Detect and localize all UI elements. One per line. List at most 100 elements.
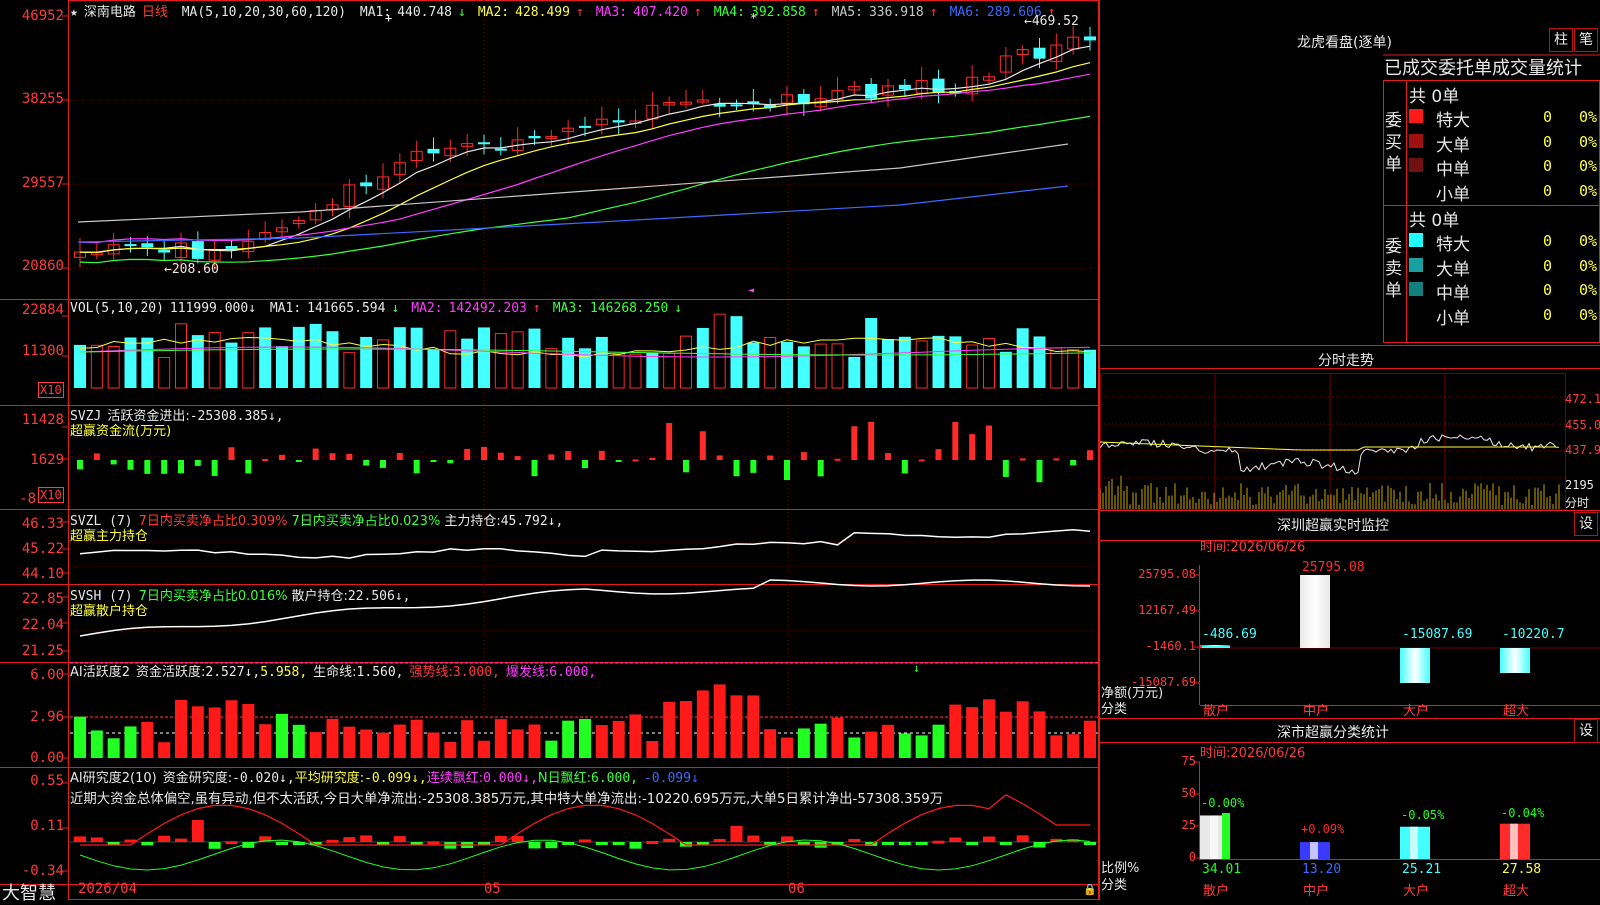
buy-label: 大单 bbox=[1436, 135, 1470, 156]
buy-color-swatch bbox=[1409, 133, 1423, 148]
candle-body-down bbox=[124, 244, 137, 247]
sz-monitor-settings-button[interactable]: 设 bbox=[1574, 512, 1598, 536]
buy-orders-label: 委买单 bbox=[1385, 111, 1402, 175]
svzj-bar bbox=[565, 451, 572, 460]
svzj-bar bbox=[901, 460, 908, 474]
research-bar bbox=[326, 839, 339, 843]
svzj-bar bbox=[144, 460, 151, 474]
sz-cls-bar-highlight bbox=[1210, 815, 1218, 859]
sz-monitor-value: -486.69 bbox=[1202, 627, 1257, 642]
svsh-ytick: 22.85 bbox=[21, 591, 64, 607]
activity-bar bbox=[797, 728, 810, 758]
svzj-bar bbox=[649, 457, 656, 460]
activity-bar bbox=[377, 732, 389, 758]
main-ytick: 29557 bbox=[21, 175, 64, 191]
activity-bar bbox=[882, 724, 894, 758]
stock-name[interactable]: 深南电路 bbox=[84, 5, 136, 20]
period-label[interactable]: 日线 bbox=[142, 5, 168, 20]
svzj-bar bbox=[1087, 450, 1093, 460]
vol-bar-down bbox=[747, 342, 760, 388]
svzj-bar bbox=[245, 460, 252, 474]
candle-body-down bbox=[932, 78, 945, 94]
sz-monitor-time: 时间:2026/06/26 bbox=[1200, 540, 1306, 555]
research-bar bbox=[494, 835, 507, 842]
svzj-bar bbox=[481, 446, 487, 460]
buy-total: 共 0单 bbox=[1409, 87, 1460, 107]
activity-bar bbox=[191, 706, 204, 758]
svzj-bar bbox=[413, 460, 420, 474]
axis-month-06: 06 bbox=[788, 881, 805, 897]
vol-ma-value: 141665.594 bbox=[307, 301, 386, 316]
chart-canvas[interactable]: + *◄↓ bbox=[0, 0, 1100, 900]
vol-ma-value: 142492.203 bbox=[448, 301, 527, 316]
svzj-bar bbox=[1070, 460, 1077, 466]
lock-icon[interactable]: 🔒 bbox=[1083, 883, 1097, 896]
activity-bar bbox=[1033, 711, 1046, 758]
activity-bar bbox=[1084, 720, 1096, 758]
vol-bar-up bbox=[966, 344, 979, 389]
sz-monitor-category: 超大 bbox=[1503, 704, 1530, 719]
sz-mon-bar bbox=[1400, 648, 1430, 683]
vol-bar-down bbox=[848, 356, 861, 388]
svzj-bar bbox=[161, 460, 168, 474]
buy-percent: 0% bbox=[1579, 181, 1598, 200]
ma-line-120 bbox=[77, 185, 1069, 243]
activity-bar bbox=[276, 713, 288, 758]
activity-bar bbox=[326, 718, 339, 758]
buy-label: 小单 bbox=[1436, 184, 1470, 205]
activity-bar bbox=[831, 717, 844, 758]
vol-bar-down bbox=[999, 351, 1012, 388]
buy-percent: 0% bbox=[1579, 157, 1598, 175]
sell-row: 大单 0 0% bbox=[1409, 255, 1599, 280]
sz-class-settings-button[interactable]: 设 bbox=[1574, 719, 1598, 743]
activity-bar bbox=[595, 725, 608, 758]
research-bar bbox=[74, 836, 86, 842]
activity-bar bbox=[781, 737, 793, 758]
sz-class-ytick: 50 bbox=[1181, 786, 1196, 800]
sell-color-swatch bbox=[1409, 233, 1423, 247]
sz-class-title: 深市超赢分类统计 bbox=[1277, 725, 1389, 741]
bar-mode-button[interactable]: 柱 bbox=[1549, 28, 1573, 52]
svzj-bar bbox=[228, 447, 235, 460]
sz-class-category: 大户 bbox=[1403, 884, 1430, 899]
research-bar bbox=[1016, 835, 1029, 842]
svzj-bar bbox=[514, 456, 521, 460]
sz-cls-bar-highlight bbox=[1510, 823, 1518, 859]
research-bar bbox=[276, 842, 288, 845]
activity-bar bbox=[511, 729, 524, 758]
svzj-bar bbox=[834, 458, 841, 461]
vol-bar-down bbox=[259, 327, 272, 388]
candle-body-down bbox=[612, 120, 625, 123]
svsh-ytick: 21.25 bbox=[21, 643, 64, 659]
research-bar bbox=[747, 835, 760, 842]
svzj-bar bbox=[127, 460, 134, 470]
vol-bar-up bbox=[444, 330, 457, 389]
research-bar bbox=[393, 836, 406, 842]
sell-percent: 0% bbox=[1579, 256, 1598, 275]
vol-bar-down bbox=[141, 337, 154, 388]
sz-class-xlabel: 分类 bbox=[1101, 878, 1128, 893]
vol-bar-down bbox=[360, 336, 373, 388]
ai2-ytick: 2.96 bbox=[30, 709, 64, 725]
svzl-ytick: 44.10 bbox=[21, 566, 64, 582]
candle-body-down bbox=[158, 249, 171, 253]
vol-bar-down bbox=[427, 349, 440, 388]
research-bar bbox=[848, 838, 861, 842]
ma-name: MA6: bbox=[949, 5, 981, 20]
candle-body-down bbox=[1033, 47, 1046, 59]
svzj-bar bbox=[969, 434, 976, 460]
sell-value: 0 bbox=[1543, 281, 1553, 299]
vol-ma-item: MA1: 141665.594 ↓ bbox=[270, 301, 405, 316]
activity-bar bbox=[528, 724, 541, 758]
research-bar bbox=[932, 840, 945, 844]
ai2-header: AI活跃度2 资金活跃度:2.527↓,5.958, 生命线:1.560, 强势线:3… bbox=[70, 665, 597, 680]
tick-mode-button[interactable]: 笔 bbox=[1574, 28, 1598, 52]
buy-color-swatch bbox=[1409, 158, 1423, 172]
buy-label: 特大 bbox=[1436, 111, 1470, 131]
sz-class-value: 25.21 bbox=[1402, 862, 1442, 877]
research-bar bbox=[1084, 842, 1096, 845]
brand-label[interactable]: 大智慧 bbox=[2, 879, 56, 905]
vol-bar-down bbox=[528, 328, 541, 388]
research-bar bbox=[966, 842, 979, 846]
vol-bar-up bbox=[242, 332, 255, 389]
